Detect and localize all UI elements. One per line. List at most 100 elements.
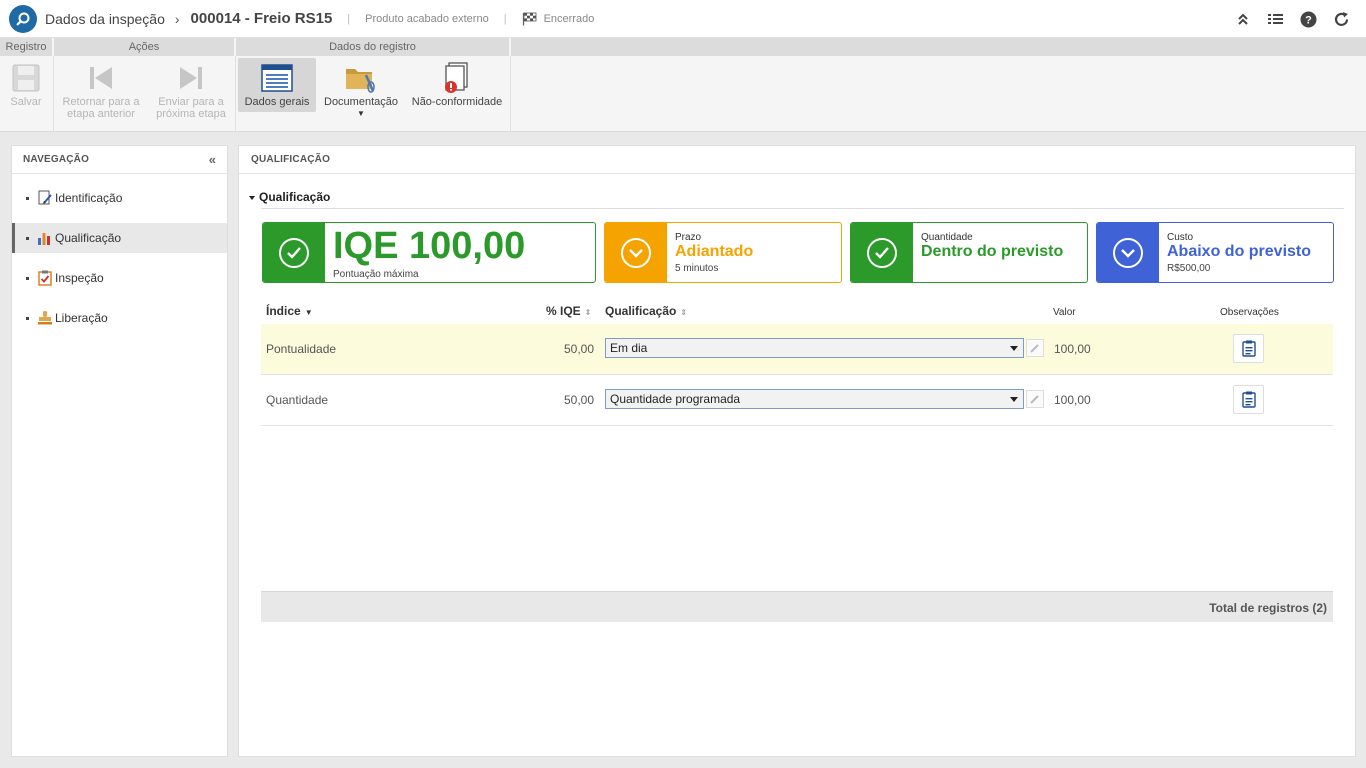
group-empty [511,38,1366,132]
group-registro: Registro Salvar [0,38,54,132]
iqe-status [263,223,325,282]
column-label: Índice [266,304,301,318]
clipboard-icon[interactable] [1233,334,1264,363]
quantity-status [851,223,913,282]
floppy-disk-icon [2,60,50,96]
breadcrumb-title[interactable]: Dados da inspeção [45,11,165,27]
quantity-card: Quantidade Dentro do previsto [850,222,1088,283]
column-label: Qualificação [605,304,677,318]
cost-status [1097,223,1159,282]
dropdown-arrow-icon [1010,346,1018,351]
column-header-iqe[interactable]: % IQE ⇕ [546,304,591,318]
sort-icon: ⇕ [680,308,688,317]
total-records: Total de registros (2) [1209,601,1327,615]
window-form-icon [238,60,316,96]
nav-item-label: Inspeção [55,271,104,285]
record-title: 000014 - Freio RS15 [190,10,333,27]
chevron-down-icon [621,237,651,268]
quantity-value: Dentro do previsto [921,243,1064,260]
sort-icon: ⇕ [584,308,592,317]
section-title: Qualificação [259,190,331,204]
dropdown-arrow-icon: ▼ [357,109,365,118]
cell-iqe: 50,00 [564,393,595,407]
header-divider: | [347,12,351,25]
nav-item-liberacao[interactable]: Liberação [12,303,227,333]
breadcrumb-separator: › [174,10,180,27]
checkered-flag-icon [522,12,538,26]
deadline-status [605,223,667,282]
grid-footer: Total de registros (2) [261,591,1333,622]
stamp-icon [37,310,53,326]
document-warning-icon [408,60,506,96]
send-step-label-1: Enviar para a [158,96,224,108]
group-dados-registro: Dados do registro Dados gerais Documenta… [236,38,511,132]
edit-pencil-icon[interactable] [1026,339,1044,357]
qualification-select[interactable]: Em dia [605,338,1024,358]
send-step-button[interactable]: Enviar para a próxima etapa [148,58,234,120]
return-step-button[interactable]: Retornar para a etapa anterior [58,58,144,120]
section-toggle[interactable]: Qualificação [249,190,330,204]
qualification-select[interactable]: Quantidade programada [605,389,1024,409]
cell-iqe: 50,00 [564,342,595,356]
deadline-subtitle: 5 minutos [675,263,719,274]
deadline-label: Prazo [675,232,702,243]
bullet [26,276,29,280]
sort-desc-icon: ▼ [304,308,313,317]
collapse-panel-icon[interactable]: « [209,152,216,167]
nav-item-label: Liberação [55,311,108,325]
nav-item-label: Qualificação [55,231,122,245]
group-label: Ações [54,38,236,56]
refresh-icon[interactable] [1331,9,1352,29]
nonconformity-button[interactable]: Não-conformidade [408,58,506,108]
quantity-label: Quantidade [921,232,973,243]
bar-chart-icon [37,230,53,246]
table-row[interactable]: Quantidade 50,00 Quantidade programada 1… [261,375,1333,426]
nav-item-qualificacao[interactable]: Qualificação [12,223,227,253]
help-icon[interactable]: ? [1298,9,1319,29]
deadline-value: Adiantado [675,243,754,260]
column-header-valor: Valor [1053,307,1076,318]
edit-pencil-icon[interactable] [1026,390,1044,408]
clipboard-icon[interactable] [1233,385,1264,414]
save-label: Salvar [10,96,42,108]
iqe-value: IQE 100,00 [333,225,526,267]
cost-value: Abaixo do previsto [1167,243,1312,260]
list-icon[interactable] [1265,9,1286,29]
svg-text:?: ? [1305,14,1312,26]
header-bar: Dados da inspeção › 000014 - Freio RS15 … [0,0,1366,38]
record-type: Produto acabado externo [365,12,489,25]
group-label [511,38,1366,56]
column-label: % IQE [546,304,581,318]
cell-indice: Pontualidade [266,342,337,356]
check-icon [867,237,897,268]
general-data-button[interactable]: Dados gerais [238,58,316,112]
nav-item-inspecao[interactable]: Inspeção [12,263,227,293]
deadline-card: Prazo Adiantado 5 minutos [604,222,842,283]
group-label: Registro [0,38,54,56]
qualification-panel: QUALIFICAÇÃO Qualificação IQE 100,00 Pon… [238,145,1356,757]
column-header-observacoes: Observações [1220,307,1279,318]
folder-clip-icon [320,60,402,96]
chevron-down-icon [1113,237,1143,268]
nav-item-label: Identificação [55,191,123,205]
app-logo-icon[interactable] [9,4,37,33]
cost-label: Custo [1167,232,1194,243]
iqe-subtitle: Pontuação máxima [333,269,419,280]
edit-document-icon [37,190,53,206]
panel-title: QUALIFICAÇÃO [239,146,1355,174]
save-button[interactable]: Salvar [2,58,50,108]
check-icon [279,237,309,268]
documentation-button[interactable]: Documentação ▼ [320,58,402,120]
cost-card: Custo Abaixo do previsto R$500,00 [1096,222,1334,283]
dropdown-arrow-icon [1010,397,1018,402]
double-chevron-up-icon[interactable] [1232,9,1253,29]
documentation-label: Documentação [324,96,398,108]
table-row[interactable]: Pontualidade 50,00 Em dia 100,00 [261,324,1333,375]
group-acoes: Ações Retornar para a etapa anterior Env… [54,38,236,132]
nav-item-identificacao[interactable]: Identificação [12,183,227,213]
column-header-qualificacao[interactable]: Qualificação ⇕ [605,304,687,318]
cell-indice: Quantidade [266,393,329,407]
selected-value: Em dia [610,341,648,355]
column-header-indice[interactable]: Índice ▼ [266,304,313,318]
navigation-panel: NAVEGAÇÃO « Identificação Qualificação I… [11,145,228,757]
